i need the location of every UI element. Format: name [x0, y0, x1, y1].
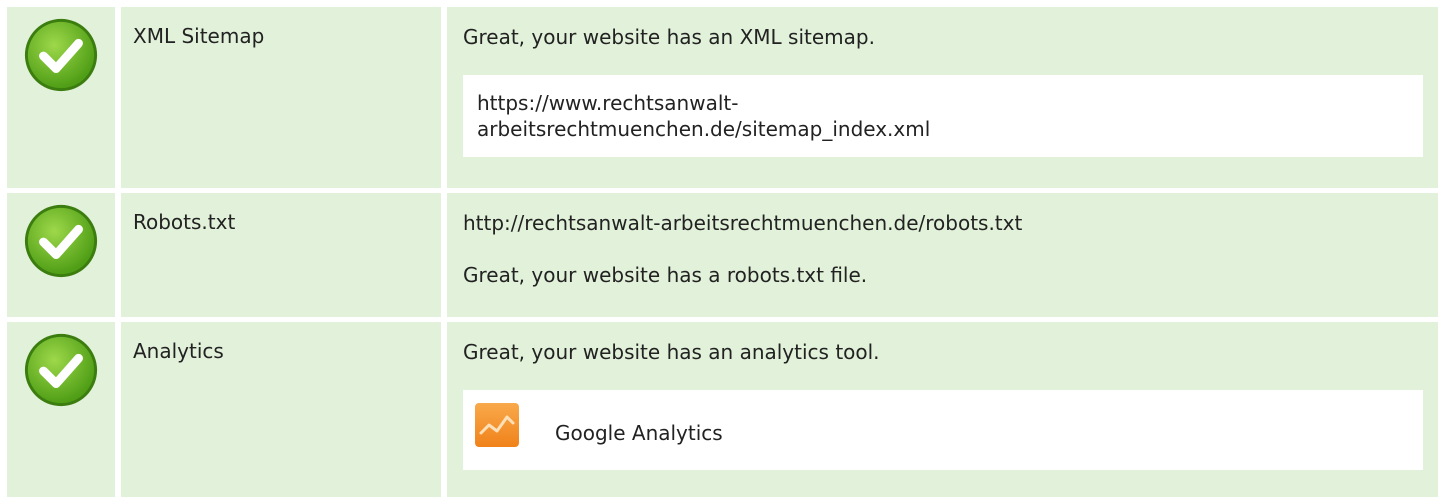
sitemap-url-box: https://www.rechtsanwalt- arbeitsrechtmu… — [463, 75, 1423, 157]
check-circle-icon — [24, 18, 98, 92]
robots-url[interactable]: http://rechtsanwalt-arbeitsrechtmuenchen… — [463, 210, 1423, 236]
table-row-robots: Robots.txt http://rechtsanwalt-arbeitsre… — [7, 193, 1438, 317]
analytics-tool-box: Google Analytics — [463, 390, 1423, 470]
check-detail: Great, your website has an analytics too… — [447, 322, 1438, 497]
analytics-tool-name: Google Analytics — [555, 421, 723, 445]
google-analytics-icon — [475, 403, 519, 447]
status-text: Great, your website has an analytics too… — [463, 340, 880, 364]
check-detail: Great, your website has an XML sitemap. … — [447, 7, 1438, 188]
table-row-analytics: Analytics Great, your website has an ana… — [7, 322, 1438, 497]
table-row-xml-sitemap: XML Sitemap Great, your website has an X… — [7, 7, 1438, 188]
status-text: Great, your website has an XML sitemap. — [463, 25, 875, 49]
seo-checks-table: XML Sitemap Great, your website has an X… — [7, 7, 1438, 497]
status-cell — [7, 7, 115, 188]
status-cell — [7, 193, 115, 317]
status-cell — [7, 322, 115, 497]
check-circle-icon — [24, 204, 98, 278]
check-name: Robots.txt — [121, 193, 441, 317]
check-name: XML Sitemap — [121, 7, 441, 188]
check-name: Analytics — [121, 322, 441, 497]
check-detail: http://rechtsanwalt-arbeitsrechtmuenchen… — [447, 193, 1438, 317]
sitemap-url-line1[interactable]: https://www.rechtsanwalt- — [477, 90, 1409, 116]
check-circle-icon — [24, 333, 98, 407]
sitemap-url-line2[interactable]: arbeitsrechtmuenchen.de/sitemap_index.xm… — [477, 116, 1409, 142]
status-text: Great, your website has a robots.txt fil… — [463, 263, 868, 287]
